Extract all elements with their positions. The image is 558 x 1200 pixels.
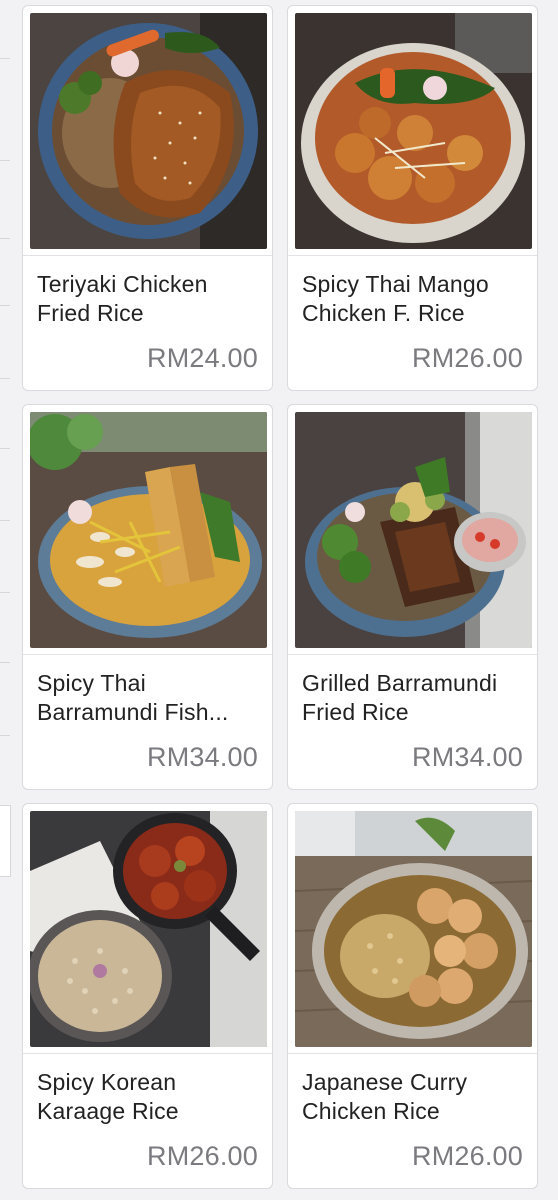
menu-item-price: RM26.00 [147,1141,258,1171]
japanese-curry-chicken-photo [295,811,532,1047]
teriyaki-chicken-fried-rice-photo [30,13,267,249]
menu-item-card[interactable]: Japanese Curry Chicken Rice RM26.00 [287,803,538,1189]
card-divider [23,1053,272,1054]
menu-item-name: Japanese Curry Chicken Rice [302,1069,468,1124]
menu-item-card[interactable]: Spicy Thai Barramundi Fish... RM34.00 [22,404,273,790]
adjacent-column-edge [0,0,12,1200]
menu-item-price: RM26.00 [412,1141,523,1171]
menu-item-card[interactable]: Grilled Barramundi Fried Rice RM34.00 [287,404,538,790]
grilled-barramundi-photo [295,412,532,648]
menu-item-price: RM24.00 [147,343,258,373]
card-divider [288,255,537,256]
menu-item-name: Teriyaki Chicken Fried Rice [37,271,208,326]
menu-item-price: RM34.00 [412,742,523,772]
menu-item-name: Grilled Barramundi Fried Rice [302,670,498,725]
menu-item-name: Spicy Korean Karaage Rice [37,1069,179,1124]
menu-item-price: RM34.00 [147,742,258,772]
card-divider [288,654,537,655]
spicy-korean-karaage-photo [30,811,267,1047]
menu-item-name: Spicy Thai Mango Chicken F. Rice [302,271,489,326]
menu-item-card[interactable]: Spicy Korean Karaage Rice RM26.00 [22,803,273,1189]
menu-item-price: RM26.00 [412,343,523,373]
card-divider [288,1053,537,1054]
spicy-thai-barramundi-photo [30,412,267,648]
card-divider [23,255,272,256]
spicy-thai-mango-chicken-photo [295,13,532,249]
menu-grid-page: Teriyaki Chicken Fried Rice RM24.00 Spic… [0,0,558,1200]
menu-item-card[interactable]: Teriyaki Chicken Fried Rice RM24.00 [22,5,273,391]
menu-item-card[interactable]: Spicy Thai Mango Chicken F. Rice RM26.00 [287,5,538,391]
card-divider [23,654,272,655]
menu-item-name: Spicy Thai Barramundi Fish... [37,670,229,725]
